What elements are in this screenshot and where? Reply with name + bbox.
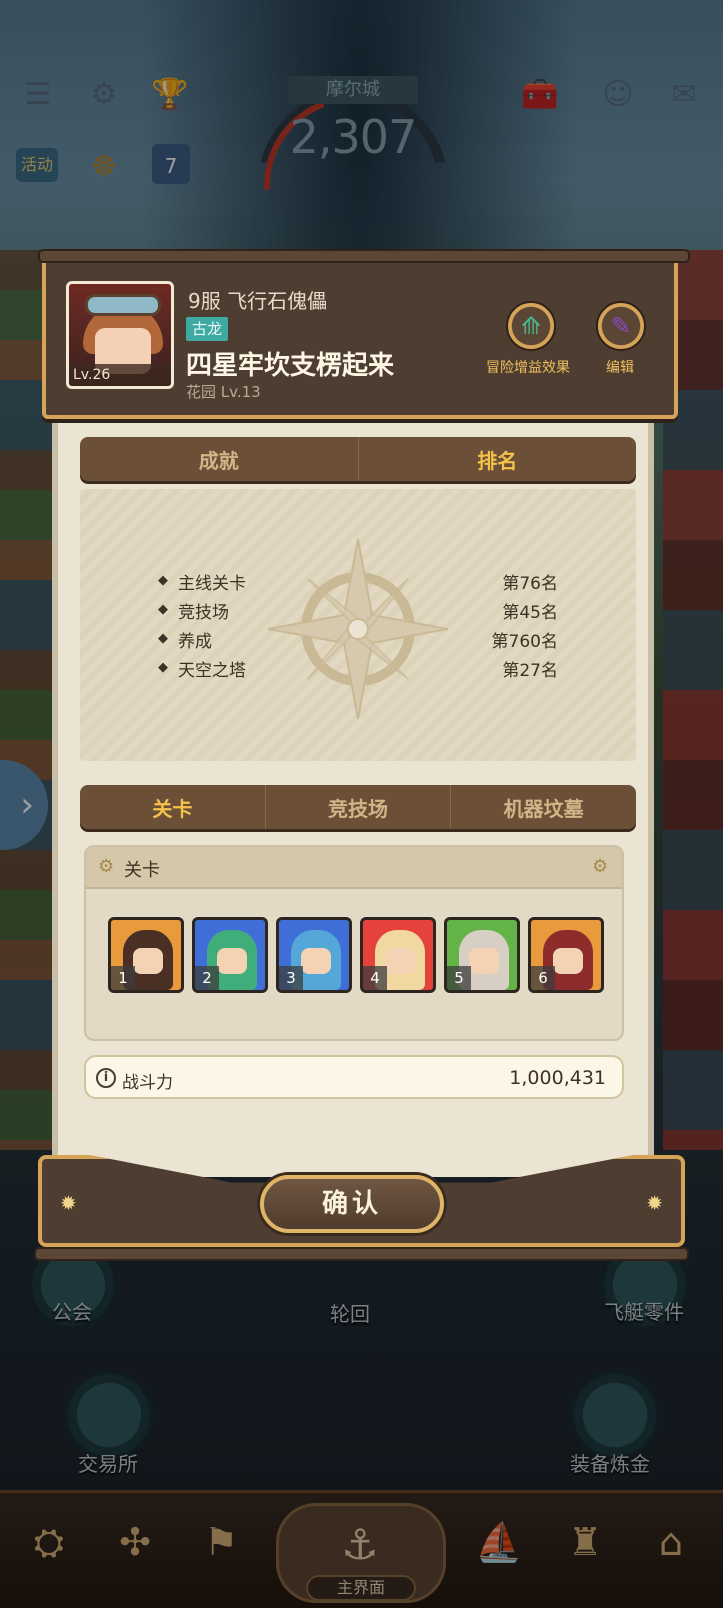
hero-slot-number: 1: [111, 966, 135, 990]
diamond-bullet-icon: ◆: [158, 573, 168, 588]
rank-value: 第760名: [491, 632, 558, 652]
info-icon[interactable]: i: [96, 1068, 116, 1088]
rank-row: ◆ 竞技场 第45名: [158, 598, 558, 626]
hero-card[interactable]: 6: [528, 917, 604, 993]
rank-value: 第27名: [502, 661, 558, 681]
combat-power-value: 1,000,431: [509, 1067, 606, 1089]
tab-achievements[interactable]: 成就: [80, 437, 359, 481]
gear-icon: ✹: [646, 1191, 663, 1215]
server-and-title: 9服 飞行石傀儡: [188, 289, 328, 313]
buff-chevron-icon: ⟰: [520, 312, 542, 340]
hero-slot-number: 5: [447, 966, 471, 990]
hero-slot-number: 4: [363, 966, 387, 990]
profile-header: Lv.26 9服 飞行石傀儡 古龙 四星牢坎支楞起来 花园 Lv.13 ⟰ 冒险…: [38, 249, 690, 419]
stage-lineup-panel: ⚙ 关卡 ⚙ 1 2 3 4 5 6: [84, 845, 624, 1041]
stage-title-bar: ⚙ 关卡 ⚙: [86, 847, 622, 889]
achievement-rank-tabs: 成就 排名: [80, 437, 636, 481]
quill-icon: ✎: [610, 312, 632, 340]
dialog-footer: ✹ ✹ 确认: [34, 1155, 689, 1267]
footer-rail: [34, 1247, 689, 1261]
player-name: 四星牢坎支楞起来: [186, 351, 395, 381]
rank-row: ◆ 养成 第760名: [158, 627, 558, 655]
hero-face: [553, 948, 583, 974]
hero-slot-number: 2: [195, 966, 219, 990]
tab-machine-tomb[interactable]: 机器坟墓: [451, 785, 636, 829]
hero-card[interactable]: 1: [108, 917, 184, 993]
hero-slot-number: 3: [279, 966, 303, 990]
hero-face: [133, 948, 163, 974]
avatar-goggles: [85, 294, 161, 316]
combat-power-label: 战斗力: [122, 1073, 173, 1093]
confirm-button[interactable]: 确认: [260, 1175, 444, 1233]
hero-card[interactable]: 5: [444, 917, 520, 993]
hero-face: [469, 948, 499, 974]
guild-badge[interactable]: 古龙: [186, 317, 229, 341]
rank-value: 第76名: [502, 574, 558, 594]
gear-icon: ✹: [60, 1191, 77, 1215]
tab-arena[interactable]: 竞技场: [266, 785, 452, 829]
rank-label: 天空之塔: [178, 661, 246, 681]
hero-face: [385, 948, 415, 974]
garden-level: 花园 Lv.13: [186, 383, 261, 401]
rank-value: 第45名: [502, 603, 558, 623]
edit-button[interactable]: ✎: [596, 301, 646, 351]
diamond-bullet-icon: ◆: [158, 602, 168, 617]
ranking-panel: ◆ 主线关卡 第76名 ◆ 竞技场 第45名 ◆ 养成 第760名 ◆ 天空之塔…: [80, 489, 636, 761]
hero-slot-number: 6: [531, 966, 555, 990]
edit-label[interactable]: 编辑: [606, 357, 634, 377]
stage-title: 关卡: [124, 860, 160, 881]
diamond-bullet-icon: ◆: [158, 631, 168, 646]
hero-card[interactable]: 4: [360, 917, 436, 993]
hero-face: [301, 948, 331, 974]
diamond-bullet-icon: ◆: [158, 660, 168, 675]
rank-row: ◆ 主线关卡 第76名: [158, 569, 558, 597]
adventure-buff-button[interactable]: ⟰: [506, 301, 556, 351]
tab-stage[interactable]: 关卡: [80, 785, 266, 829]
rank-label: 养成: [178, 632, 212, 652]
hero-card[interactable]: 2: [192, 917, 268, 993]
gear-icon: ⚙: [98, 856, 115, 877]
lineup-tabs: 关卡 竞技场 机器坟墓: [80, 785, 636, 829]
adventure-buff-label[interactable]: 冒险增益效果: [486, 357, 570, 377]
header-rail: [38, 249, 690, 263]
rank-label: 主线关卡: [178, 574, 246, 594]
hero-card[interactable]: 3: [276, 917, 352, 993]
hero-face: [217, 948, 247, 974]
rank-label: 竞技场: [178, 603, 229, 623]
tab-ranking[interactable]: 排名: [359, 437, 637, 481]
avatar-level: Lv.26: [69, 364, 171, 386]
profile-dialog: 成就 排名 ◆ 主线关卡 第76名 ◆ 竞技场 第45名 ◆ 养成 第760名 …: [34, 245, 690, 1280]
gear-icon: ⚙: [592, 856, 609, 877]
rank-row: ◆ 天空之塔 第27名: [158, 656, 558, 684]
combat-power-bar: i 战斗力 1,000,431: [84, 1055, 624, 1099]
avatar[interactable]: Lv.26: [66, 281, 174, 389]
